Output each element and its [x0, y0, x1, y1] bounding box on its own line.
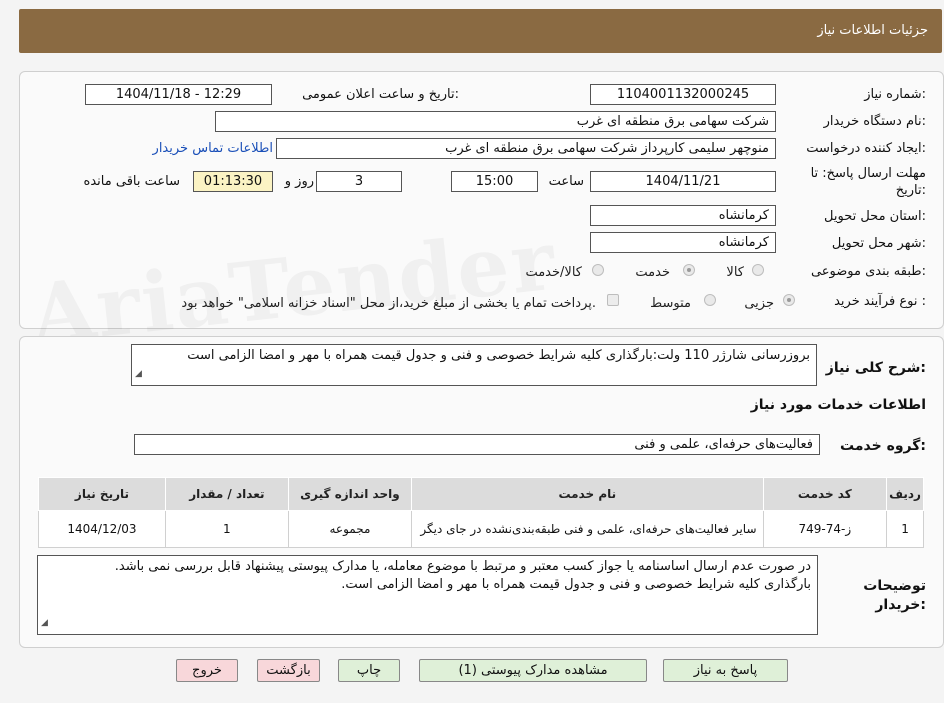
page-header: جزئیات اطلاعات نیاز — [19, 9, 942, 53]
requester-label: ایجاد کننده درخواست: — [806, 141, 926, 156]
buyer-notes-label: توضیحات — [863, 578, 926, 594]
buyer-notes-textarea[interactable]: در صورت عدم ارسال اساسنامه یا جواز کسب م… — [37, 555, 818, 635]
buyer-contact-link[interactable]: اطلاعات تماس خریدار — [153, 141, 273, 156]
buyer-org-field: شرکت سهامی برق منطقه ای غرب — [215, 111, 776, 132]
buyer-notes-line-1: در صورت عدم ارسال اساسنامه یا جواز کسب م… — [114, 559, 811, 574]
deadline-time-field: 15:00 — [451, 171, 538, 192]
process-radio-medium[interactable] — [704, 294, 716, 306]
category-radio-service[interactable] — [683, 264, 695, 276]
description-textarea[interactable]: بروزرسانی شارژر 110 ولت:بارگذاری کلیه شر… — [131, 344, 817, 386]
need-number-field: 1104001132000245 — [590, 84, 776, 105]
category-option-service: خدمت — [635, 265, 670, 280]
description-label: شرح کلی نیاز: — [825, 360, 926, 376]
category-label: طبقه بندی موضوعی: — [810, 264, 926, 279]
process-label: نوع فرآیند خرید : — [834, 294, 926, 309]
deadline-label-date: تاریخ: — [895, 183, 926, 198]
col-header-date: تاریخ نیاز — [38, 477, 166, 511]
col-header-unit: واحد اندازه گیری — [287, 477, 413, 511]
resize-grip-icon: ◢ — [41, 618, 48, 628]
page-title: جزئیات اطلاعات نیاز — [817, 23, 928, 38]
days-label: روز و — [284, 174, 314, 189]
need-info-panel — [19, 71, 944, 329]
province-label: استان محل تحویل: — [824, 209, 926, 224]
requester-field: منوچهر سلیمی کارپرداز شرکت سهامی برق منط… — [276, 138, 776, 159]
service-group-field: فعالیت‌های حرفه‌ای، علمی و فنی — [134, 434, 820, 455]
treasury-checkbox[interactable] — [607, 294, 619, 306]
cell-date: 1404/12/03 — [38, 510, 166, 548]
back-button[interactable]: بازگشت — [257, 659, 320, 682]
process-option-medium: متوسط — [650, 296, 691, 311]
announce-field: 1404/11/18 - 12:29 — [85, 84, 272, 105]
process-option-minor: جزیی — [744, 296, 774, 311]
category-option-goods: کالا — [726, 265, 744, 280]
service-group-label: گروه خدمت: — [840, 438, 926, 454]
cell-index: 1 — [886, 510, 924, 548]
print-button[interactable]: چاپ — [338, 659, 400, 682]
services-section-title: اطلاعات خدمات مورد نیاز — [750, 397, 926, 413]
resize-grip-icon: ◢ — [135, 369, 142, 379]
category-radio-goods[interactable] — [752, 264, 764, 276]
announce-label: تاریخ و ساعت اعلان عمومی: — [302, 87, 459, 102]
col-header-name: نام خدمت — [411, 477, 764, 511]
exit-button[interactable]: خروج — [176, 659, 238, 682]
attachments-button[interactable]: مشاهده مدارک پیوستی (1) — [419, 659, 647, 682]
cell-name: سایر فعالیت‌های حرفه‌ای، علمی و فنی طبقه… — [411, 510, 764, 548]
days-field: 3 — [316, 171, 402, 192]
buyer-notes-line-2: بارگذاری کلیه شرایط خصوصی و فنی و جدول ق… — [341, 577, 811, 592]
description-text: بروزرسانی شارژر 110 ولت:بارگذاری کلیه شر… — [187, 348, 810, 363]
cell-unit: مجموعه — [287, 510, 413, 548]
city-label: شهر محل تحویل: — [831, 236, 926, 251]
cell-qty: 1 — [164, 510, 289, 548]
buyer-org-label: نام دستگاه خریدار: — [823, 114, 926, 129]
payment-note: پرداخت تمام یا بخشی از مبلغ خرید،از محل … — [181, 296, 596, 311]
province-field: کرمانشاه — [590, 205, 776, 226]
deadline-label: مهلت ارسال پاسخ: تا — [810, 166, 926, 181]
category-radio-goods-service[interactable] — [592, 264, 604, 276]
col-header-code: کد خدمت — [762, 477, 888, 511]
need-number-label: شماره نیاز: — [864, 87, 926, 102]
table-row: 1 ز-74-749 سایر فعالیت‌های حرفه‌ای، علمی… — [38, 510, 924, 548]
remaining-time-label: ساعت باقی مانده — [83, 174, 180, 189]
deadline-date-field: 1404/11/21 — [590, 171, 776, 192]
category-option-goods-service: کالا/خدمت — [525, 265, 582, 280]
table-header-row: ردیف کد خدمت نام خدمت واحد اندازه گیری ت… — [38, 477, 924, 511]
city-field: کرمانشاه — [590, 232, 776, 253]
cell-code: ز-74-749 — [762, 510, 888, 548]
respond-button[interactable]: پاسخ به نیاز — [663, 659, 788, 682]
process-radio-minor[interactable] — [783, 294, 795, 306]
deadline-time-label: ساعت — [548, 174, 584, 189]
col-header-index: ردیف — [886, 477, 924, 511]
services-table: ردیف کد خدمت نام خدمت واحد اندازه گیری ت… — [38, 477, 924, 548]
buyer-notes-label-2: خریدار: — [875, 597, 926, 613]
col-header-qty: تعداد / مقدار — [164, 477, 289, 511]
remaining-time-field: 01:13:30 — [193, 171, 273, 192]
